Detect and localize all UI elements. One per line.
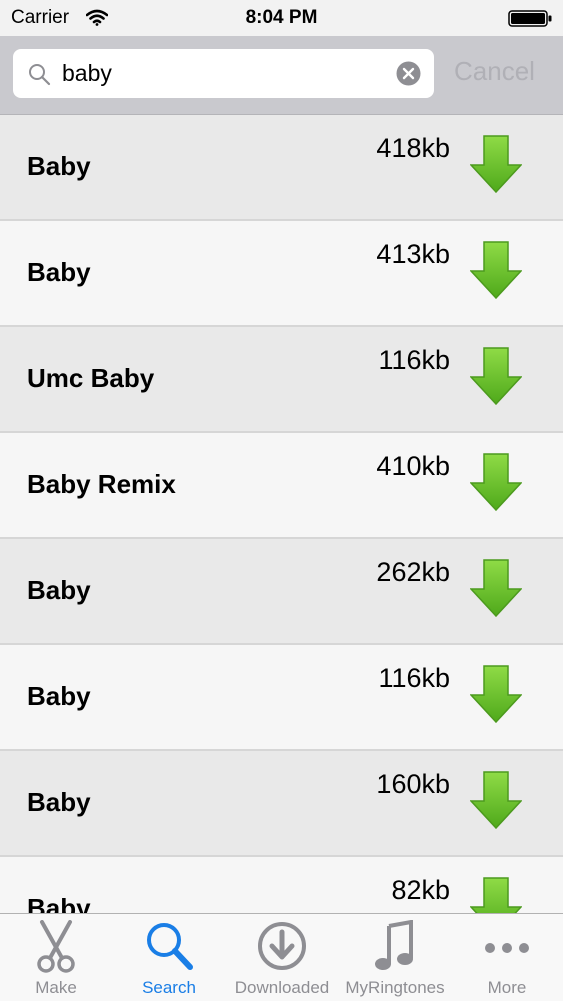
list-item[interactable]: Baby 413kb [0,221,563,327]
file-size: 413kb [376,239,450,269]
list-item[interactable]: Baby 418kb [0,115,563,221]
music-note-icon [375,920,413,970]
more-dots-icon [485,943,529,953]
download-arrow-icon[interactable] [470,135,522,193]
ringtone-title: Umc Baby [27,363,155,393]
list-item[interactable]: Baby 116kb [0,645,563,751]
scissors-icon [37,920,75,973]
tab-more[interactable]: More [451,914,563,1001]
download-circle-icon [258,922,306,970]
status-time: 8:04 PM [245,7,318,28]
results-list[interactable]: Baby 418kb Baby 413kb Umc Baby 116kb Bab… [0,115,563,913]
download-arrow-icon[interactable] [470,241,522,299]
search-field[interactable] [13,49,434,98]
file-size: 116kb [378,345,450,375]
file-size: 160kb [376,769,450,799]
list-item[interactable]: Umc Baby 116kb [0,327,563,433]
download-arrow-icon[interactable] [470,665,522,723]
list-item[interactable]: Baby 82kb [0,857,563,913]
download-arrow-icon[interactable] [470,771,522,829]
ringtone-title: Baby Remix [27,469,176,499]
battery-icon [508,10,552,27]
status-bar: Carrier 8:04 PM [0,0,563,36]
list-item[interactable]: Baby 160kb [0,751,563,857]
ringtone-title: Baby [27,257,91,287]
cancel-button[interactable]: Cancel [454,56,535,87]
file-size: 410kb [376,451,450,481]
clear-search-icon[interactable] [396,61,421,86]
list-item[interactable]: Baby 262kb [0,539,563,645]
search-bar: Cancel [0,36,563,115]
ringtone-title: Baby [27,893,91,913]
ringtone-title: Baby [27,681,91,711]
ringtone-title: Baby [27,575,91,605]
tab-downloaded[interactable]: Downloaded [226,914,338,1001]
download-arrow-icon[interactable] [470,559,522,617]
search-input[interactable] [62,49,382,98]
ringtone-title: Baby [27,787,91,817]
tab-search[interactable]: Search [113,914,225,1001]
file-size: 116kb [378,663,450,693]
file-size: 418kb [376,133,450,163]
ringtone-title: Baby [27,151,91,181]
download-arrow-icon[interactable] [470,347,522,405]
tab-myringtones[interactable]: MyRingtones [339,914,451,1001]
search-icon [29,64,51,86]
tab-make[interactable]: Make [0,914,112,1001]
file-size: 262kb [376,557,450,587]
tab-label: More [487,978,527,997]
download-arrow-icon[interactable] [470,877,522,913]
tab-bar: Make Search Downloaded MyRingtones More [0,913,563,1001]
list-item[interactable]: Baby Remix 410kb [0,433,563,539]
file-size: 82kb [391,875,450,905]
search-icon [147,923,193,970]
download-arrow-icon[interactable] [470,453,522,511]
